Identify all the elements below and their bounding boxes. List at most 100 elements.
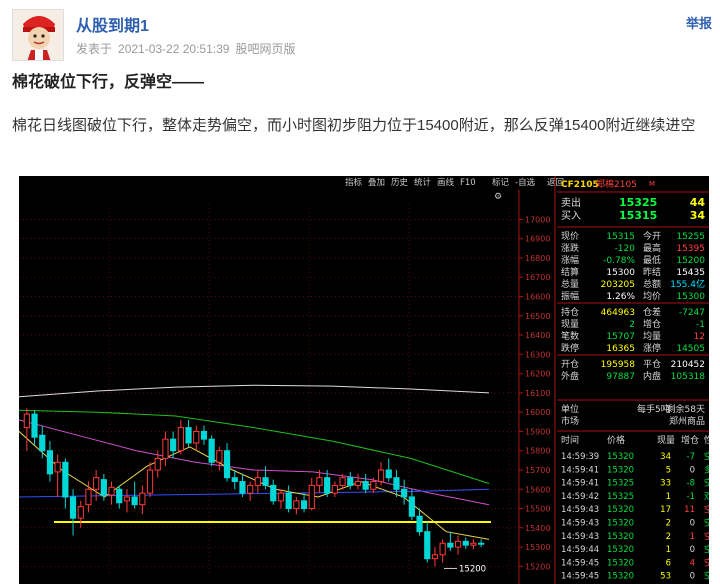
username[interactable]: 从股到期1 (76, 12, 149, 36)
candle-body (277, 492, 285, 502)
trade-volume: 33 (660, 479, 671, 489)
trade-time: 14:59:44 (561, 545, 599, 555)
candle-body (339, 477, 346, 486)
candle-body (431, 554, 439, 560)
trade-volume: 6 (666, 558, 671, 568)
moving-average-line (19, 409, 490, 484)
quote-label: 最低 (643, 254, 661, 266)
post-timestamp: 2021-03-22 20:51:39 (118, 42, 230, 56)
moving-average-line (19, 384, 490, 398)
trade-price: 15320 (607, 519, 634, 529)
candle-body (116, 488, 123, 504)
candle-body (208, 438, 215, 463)
candle-body (216, 450, 223, 463)
candle-body (478, 542, 485, 545)
orderbook-volume: 34 (690, 209, 706, 222)
avatar[interactable] (12, 9, 64, 61)
price-axis-label: 15400 (525, 524, 550, 533)
orderbook-price: 15315 (619, 209, 657, 222)
trade-volume: 53 (660, 572, 671, 582)
quote-label: 增仓 (643, 318, 661, 330)
post-meta: 发表于 2021-03-22 20:51:39 股吧网页版 (76, 40, 301, 57)
trade-oi-change: -8 (687, 479, 695, 489)
trade-oi-change: 0 (690, 572, 695, 582)
toolbar-item-5: F10 (460, 178, 476, 188)
quote-label: 平仓 (643, 358, 661, 370)
price-axis-label: 15600 (525, 485, 550, 494)
trade-price: 15320 (607, 505, 634, 515)
trade-oi-change: 11 (684, 505, 695, 515)
quote-value: 15707 (606, 332, 635, 342)
quote-label: 均量 (643, 330, 661, 342)
candle-body (439, 542, 446, 556)
unit-label: 单位 (561, 403, 579, 415)
quote-label: 外盘 (561, 370, 579, 382)
quote-label: 最高 (643, 242, 661, 254)
post-title: 棉花破位下行，反弹空—— (12, 74, 205, 91)
candle-body (470, 542, 477, 546)
quote-label: 笔数 (561, 330, 579, 342)
quote-value: 464963 (601, 308, 635, 318)
candle-body (223, 450, 231, 479)
trade-volume: 2 (666, 519, 671, 529)
candle-body (454, 540, 462, 548)
quote-label: 结算 (561, 266, 579, 278)
toolbar-item-0: 指标 (345, 177, 363, 188)
quote-value: 155.4亿 (670, 278, 705, 290)
candle-body (23, 413, 30, 429)
quote-label: 昨结 (643, 266, 661, 278)
quote-value: -1 (696, 320, 705, 330)
chart-screenshot: 指标 叠加 历史 统计 画线 F10 标记 -自选 返回 ⚙ 17000 16900 16800 1670… (19, 176, 709, 584)
quote-value: 203205 (601, 280, 635, 290)
quote-label: 今开 (643, 230, 661, 242)
price-axis-label: 15200 (525, 562, 550, 571)
price-axis-label: 15700 (525, 466, 550, 475)
candle-body (347, 477, 354, 486)
candle-body (123, 496, 131, 502)
candle-body (193, 430, 200, 444)
trade-price: 15325 (607, 479, 634, 489)
quote-value: 97887 (606, 372, 635, 382)
price-axis-label: 16200 (525, 370, 550, 379)
futures-terminal-chart: 指标 叠加 历史 统计 画线 F10 标记 -自选 返回⚙1700016900168001670… (19, 176, 709, 584)
candle-body (416, 515, 423, 533)
quote-value: 15395 (676, 244, 705, 254)
quote-label: 涨幅 (561, 254, 579, 266)
candle-body (262, 477, 269, 486)
quote-value: 15300 (606, 268, 635, 278)
trade-price: 15320 (607, 452, 634, 462)
candle-body (108, 486, 115, 496)
trade-price: 15320 (607, 545, 634, 555)
trade-time: 14:59:45 (561, 572, 599, 582)
candle-body (146, 469, 154, 494)
trade-header-1: 价格 (607, 434, 625, 446)
quote-value: 14505 (676, 344, 705, 354)
quote-value: 15435 (676, 268, 705, 278)
trade-time: 14:59:41 (561, 479, 599, 489)
quote-value: -0.78% (603, 256, 635, 266)
candle-body (231, 477, 238, 483)
quote-value: 1.26% (606, 292, 635, 302)
candle-body (93, 477, 100, 490)
price-axis-label: 16800 (525, 254, 550, 263)
trade-oi-change: 4 (690, 558, 695, 568)
quote-label: 均价 (643, 290, 661, 302)
price-axis-label: 16500 (525, 312, 550, 321)
quote-value: 16365 (606, 344, 635, 354)
quote-label: 仓差 (643, 306, 661, 318)
trade-header-0: 时间 (561, 434, 579, 446)
report-link[interactable]: 举报 (686, 13, 712, 32)
candle-body (62, 461, 69, 498)
trade-nature: 空开 (704, 531, 709, 542)
trade-oi-change: -7 (687, 452, 695, 462)
toolbar-item-3: 统计 (414, 177, 432, 188)
trade-header-2: 现量 (657, 435, 675, 446)
quote-value: 105318 (671, 372, 706, 382)
price-axis-label: 16700 (525, 273, 550, 282)
candle-body (254, 477, 261, 486)
price-axis-label: 15900 (525, 427, 550, 436)
quote-value: 195958 (601, 360, 636, 370)
trade-oi-change: 0 (690, 465, 695, 475)
price-axis-label: 16400 (525, 331, 550, 340)
candle-body (85, 488, 92, 506)
